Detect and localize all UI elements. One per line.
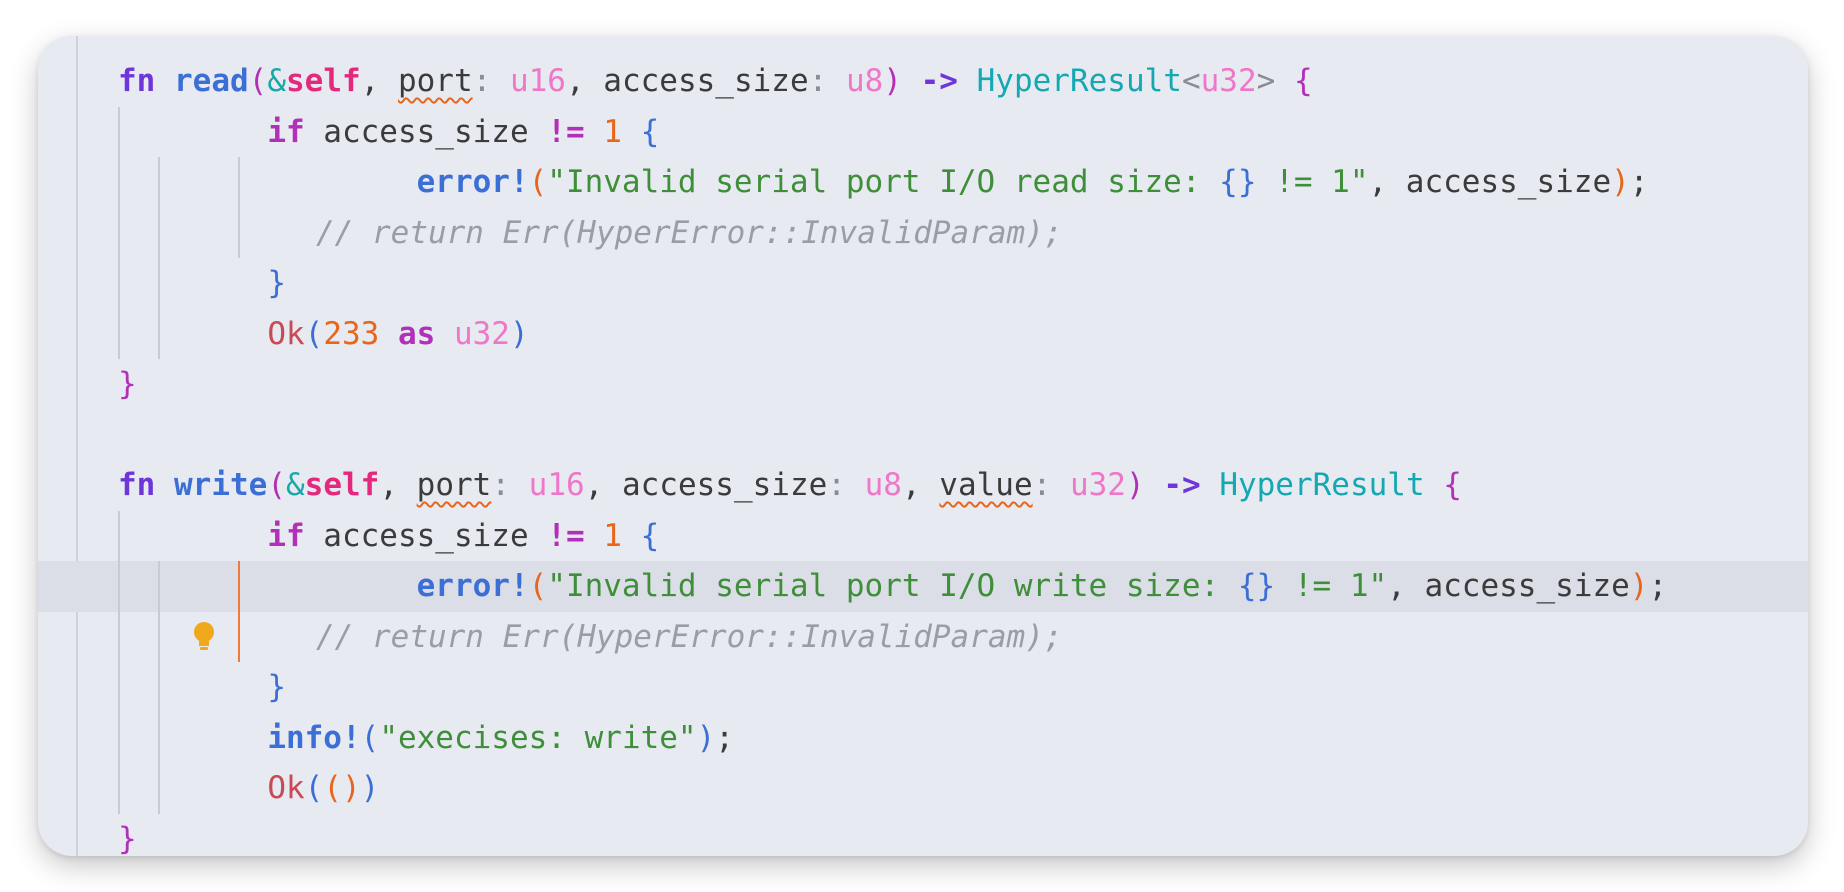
indent-guide (158, 207, 160, 258)
code-line[interactable]: info!("execises: write"); (38, 712, 1808, 763)
indent-guide (158, 611, 160, 662)
code-line-text: } (118, 820, 137, 857)
code-area[interactable]: fn read(&self, port: u16, access_size: u… (38, 56, 1808, 856)
code-line[interactable]: Ok(()) (38, 763, 1808, 814)
code-line-text: fn write(&self, port: u16, access_size: … (118, 467, 1462, 503)
code-line[interactable]: // return Err(HyperError::InvalidParam); (38, 207, 1808, 258)
code-line-text: // return Err(HyperError::InvalidParam); (316, 214, 1063, 251)
code-line[interactable]: if access_size != 1 { (38, 106, 1808, 157)
code-line-text: } (267, 669, 286, 705)
code-line-text: error!("Invalid serial port I/O write si… (416, 568, 1668, 604)
code-editor[interactable]: fn read(&self, port: u16, access_size: u… (38, 36, 1808, 856)
indent-guide (238, 207, 240, 258)
code-line-text: } (118, 366, 137, 402)
code-line[interactable]: if access_size != 1 { (38, 510, 1808, 561)
code-line[interactable] (38, 410, 1808, 461)
code-line[interactable]: // return Err(HyperError::InvalidParam); (38, 611, 1808, 662)
code-line-text: info!("execises: write"); (267, 719, 734, 756)
code-line[interactable]: fn read(&self, port: u16, access_size: u… (38, 56, 1808, 107)
code-line-text: error!("Invalid serial port I/O read siz… (416, 164, 1649, 200)
code-line[interactable]: } (38, 814, 1808, 857)
code-line-text: // return Err(HyperError::InvalidParam); (316, 618, 1063, 655)
code-line-text: Ok(()) (267, 770, 380, 806)
indent-guide-active (238, 611, 240, 662)
code-line[interactable]: Ok(233 as u32) (38, 308, 1808, 359)
code-line-text: fn read(&self, port: u16, access_size: u… (118, 63, 1313, 99)
indent-guide (118, 207, 120, 258)
code-line-text: } (267, 265, 286, 301)
code-line-text: if access_size != 1 { (267, 517, 660, 554)
code-line-text: Ok(233 as u32) (267, 315, 529, 352)
code-line[interactable]: } (38, 359, 1808, 410)
code-line[interactable]: error!("Invalid serial port I/O read siz… (38, 157, 1808, 208)
indent-guide (118, 611, 120, 662)
code-line[interactable]: } (38, 662, 1808, 713)
code-line[interactable]: } (38, 258, 1808, 309)
code-line[interactable]: fn write(&self, port: u16, access_size: … (38, 460, 1808, 511)
lightbulb-icon[interactable] (44, 569, 215, 650)
code-line-current[interactable]: error!("Invalid serial port I/O write si… (38, 561, 1808, 650)
code-line-text: if access_size != 1 { (267, 113, 660, 150)
